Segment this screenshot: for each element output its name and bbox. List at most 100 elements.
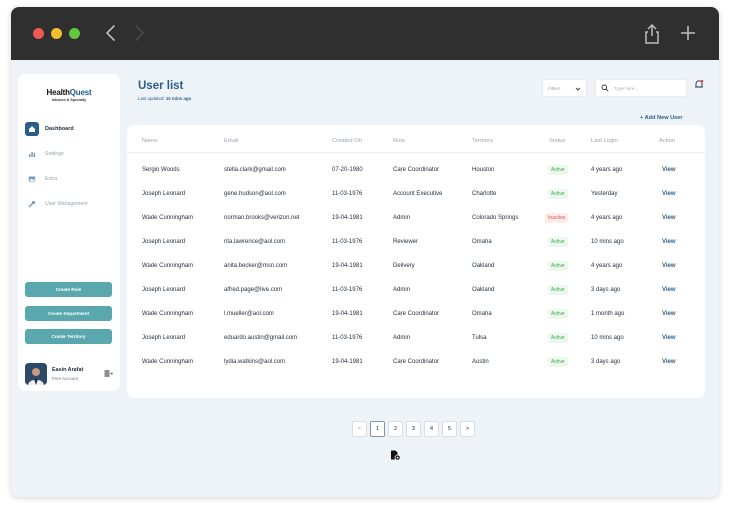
cell-last-login: 4 years ago xyxy=(591,215,623,221)
last-updated: Last updated: 10 mins ago xyxy=(138,96,192,101)
cell-role: Admin xyxy=(393,287,411,293)
cell-created-on: 11-03-1976 xyxy=(332,335,363,341)
create-department-button[interactable]: Create Department xyxy=(25,306,112,321)
column-header-territory[interactable]: Territory xyxy=(472,138,493,144)
cell-email: l.mueller@aol.com xyxy=(224,311,274,317)
table-row: Joseph Leonard gene.hudson@aol.com 11-03-1… xyxy=(127,182,705,206)
column-header-last-login[interactable]: Last Login xyxy=(591,138,618,144)
sidebar-item-extra[interactable]: Extra xyxy=(25,171,115,187)
filter-label: Filters xyxy=(548,85,561,91)
column-header-email[interactable]: Email xyxy=(224,138,239,144)
header-divider xyxy=(127,152,705,153)
back-arrow-icon[interactable] xyxy=(103,23,119,43)
cell-last-login: Yesterday xyxy=(591,191,618,197)
cell-role: Account Executive xyxy=(393,191,443,197)
sidebar-item-label: Dashboard xyxy=(45,126,74,132)
cell-territory: Omaha xyxy=(472,311,492,317)
column-header-status[interactable]: Status xyxy=(549,138,565,144)
page-2-button[interactable]: 2 xyxy=(388,421,403,437)
cell-role: Delivery xyxy=(393,263,415,269)
table-row: Joseph Leonard eduardo.austin@gmail.com 11… xyxy=(127,326,705,350)
cell-territory: Charlotte xyxy=(472,191,497,197)
page-3-button[interactable]: 3 xyxy=(406,421,421,437)
table-row: Joseph Leonard alfred.page@live.com 11-03-… xyxy=(127,278,705,302)
view-link[interactable]: View xyxy=(662,230,676,254)
minimize-window-button[interactable] xyxy=(51,28,62,39)
sidebar-item-label: User Management xyxy=(45,201,88,207)
file-settings-icon xyxy=(391,450,401,461)
cell-email: lydia.watkins@aol.com xyxy=(224,359,286,365)
table-row: Wade Cunningham lydia.watkins@aol.com 19-0… xyxy=(127,350,705,374)
view-link[interactable]: View xyxy=(662,182,676,206)
status-badge: Active xyxy=(548,237,568,247)
cell-territory: Oakland xyxy=(472,263,495,269)
status-badge: Active xyxy=(548,309,568,319)
column-header-role[interactable]: Role xyxy=(393,138,405,144)
cell-name: Wade Cunningham xyxy=(142,359,194,365)
filter-dropdown[interactable]: Filters xyxy=(542,79,587,97)
maximize-window-button[interactable] xyxy=(69,28,80,39)
next-page-button[interactable]: > xyxy=(460,421,475,437)
column-header-action: Action xyxy=(659,138,676,144)
cell-created-on: 11-03-1976 xyxy=(332,191,363,197)
column-header-created-on[interactable]: Created On xyxy=(332,138,362,144)
cell-email: anita.becker@msn.com xyxy=(224,263,288,269)
cell-email: rita.lawrence@aol.com xyxy=(224,239,286,245)
add-new-user-link[interactable]: + Add New User xyxy=(640,115,683,121)
search-input[interactable] xyxy=(614,85,684,91)
home-icon xyxy=(25,122,39,136)
cell-email: norman.brooks@verizon.net xyxy=(224,215,300,221)
sidebar-item-label: Extra xyxy=(45,176,58,182)
table-row: Sergio Woods stella.clark@gmail.com 07-20-… xyxy=(127,158,705,182)
cell-territory: Omaha xyxy=(472,239,492,245)
cell-name: Joseph Leonard xyxy=(142,287,186,293)
page-1-button[interactable]: 1 xyxy=(370,421,385,437)
search-box xyxy=(595,79,687,97)
status-badge: Active xyxy=(548,261,568,271)
view-link[interactable]: View xyxy=(662,350,676,374)
create-role-button[interactable]: Create Role xyxy=(25,282,112,297)
view-link[interactable]: View xyxy=(662,278,676,302)
brand-logo: HealthQuest Infusion & Specialty xyxy=(46,88,92,102)
view-link[interactable]: View xyxy=(662,302,676,326)
cell-email: alfred.page@live.com xyxy=(224,287,283,293)
status-badge: Active xyxy=(548,357,568,367)
cell-role: Care Coordinator xyxy=(393,167,440,173)
close-window-button[interactable] xyxy=(33,28,44,39)
table-row: Wade Cunningham norman.brooks@verizon.net… xyxy=(127,206,705,230)
notification-bell-icon[interactable] xyxy=(694,79,704,90)
sidebar-item-label: Settings xyxy=(45,151,64,157)
view-link[interactable]: View xyxy=(662,158,676,182)
bar-chart-icon xyxy=(25,147,39,161)
page-4-button[interactable]: 4 xyxy=(424,421,439,437)
forward-arrow-icon[interactable] xyxy=(131,23,147,43)
cell-territory: Oakland xyxy=(472,287,495,293)
new-tab-plus-icon[interactable] xyxy=(679,24,697,42)
create-territory-button[interactable]: Create Territory xyxy=(25,329,112,344)
cell-name: Wade Cunningham xyxy=(142,263,194,269)
cell-last-login: 10 mins ago xyxy=(591,239,624,245)
status-badge: Active xyxy=(548,189,568,199)
cell-territory: Austin xyxy=(472,359,489,365)
column-header-name[interactable]: Name xyxy=(142,138,157,144)
page-5-button[interactable]: 5 xyxy=(442,421,457,437)
cell-role: Reviewer xyxy=(393,239,419,245)
cell-name: Joseph Leonard xyxy=(142,191,186,197)
table-row: Joseph Leonard rita.lawrence@aol.com 11-03… xyxy=(127,230,705,254)
previous-page-button[interactable]: < xyxy=(352,421,367,437)
view-link[interactable]: View xyxy=(662,254,676,278)
sidebar-item-user-management[interactable]: User Management xyxy=(25,196,115,212)
sidebar-item-settings[interactable]: Settings xyxy=(25,146,115,162)
wrench-icon xyxy=(25,197,39,211)
cell-territory: Houston xyxy=(472,167,495,173)
avatar[interactable] xyxy=(25,363,47,385)
sidebar-item-dashboard[interactable]: Dashboard xyxy=(25,121,115,137)
view-link[interactable]: View xyxy=(662,206,676,230)
view-link[interactable]: View xyxy=(662,326,676,350)
cell-role: Care Coordinator xyxy=(393,311,440,317)
cell-created-on: 19-04-1981 xyxy=(332,263,363,269)
cell-territory: Colorado Springs xyxy=(472,215,519,221)
logout-icon[interactable] xyxy=(104,369,113,378)
share-icon[interactable] xyxy=(643,23,661,45)
cell-territory: Tulsa xyxy=(472,335,487,341)
